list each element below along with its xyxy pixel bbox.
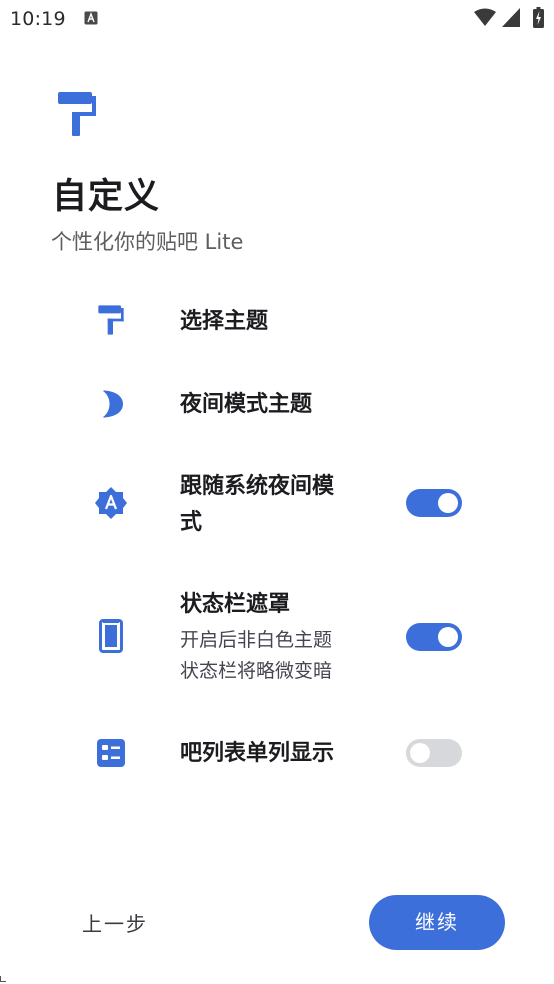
page-subtitle: 个性化你的贴吧 Lite (51, 230, 244, 254)
forum-list-single-column-toggle[interactable] (406, 739, 462, 767)
list-view-icon (97, 739, 125, 767)
setting-title-line-1: 跟随系统夜间模 (180, 474, 335, 499)
follow-system-night-toggle[interactable] (406, 489, 462, 517)
continue-button[interactable]: 继续 (369, 895, 505, 950)
setting-title: 选择主题 (180, 309, 269, 334)
setting-night-theme[interactable]: 夜间模式主题 (0, 383, 554, 428)
setting-title: 夜间模式主题 (180, 392, 313, 417)
paint-roller-icon (98, 305, 124, 335)
back-button[interactable]: 上一步 (82, 908, 148, 937)
wifi-icon (474, 8, 496, 26)
paint-roller-icon (58, 92, 96, 136)
setting-follow-system-night[interactable]: 跟随系统夜间模 式 (0, 466, 554, 546)
toggle-knob (410, 743, 430, 763)
status-bar: 10:19 (0, 0, 554, 38)
setting-select-theme[interactable]: 选择主题 (0, 300, 554, 345)
phone-frame-icon (99, 619, 123, 653)
setting-summary-line-1: 开启后非白色主题 (180, 629, 333, 651)
setting-title: 吧列表单列显示 (180, 741, 335, 766)
setting-forum-list-single-column[interactable]: 吧列表单列显示 (0, 732, 554, 777)
auto-brightness-icon (95, 487, 127, 519)
toggle-knob (438, 627, 458, 647)
setting-status-bar-mask[interactable]: 状态栏遮罩 开启后非白色主题 状态栏将略微变暗 (0, 585, 554, 690)
setting-title: 状态栏遮罩 (180, 592, 291, 617)
status-bar-mask-toggle[interactable] (406, 623, 462, 651)
setting-title-line-2: 式 (180, 510, 203, 535)
status-time: 10:19 (10, 8, 66, 30)
setting-summary-line-2: 状态栏将略微变暗 (180, 660, 333, 682)
battery-charging-icon (533, 7, 544, 28)
cell-signal-icon (502, 8, 520, 27)
corner-mark (0, 976, 6, 982)
text-a-notification-icon (84, 11, 98, 25)
page-title: 自定义 (52, 177, 161, 217)
toggle-knob (438, 493, 458, 513)
moon-icon (103, 390, 123, 418)
